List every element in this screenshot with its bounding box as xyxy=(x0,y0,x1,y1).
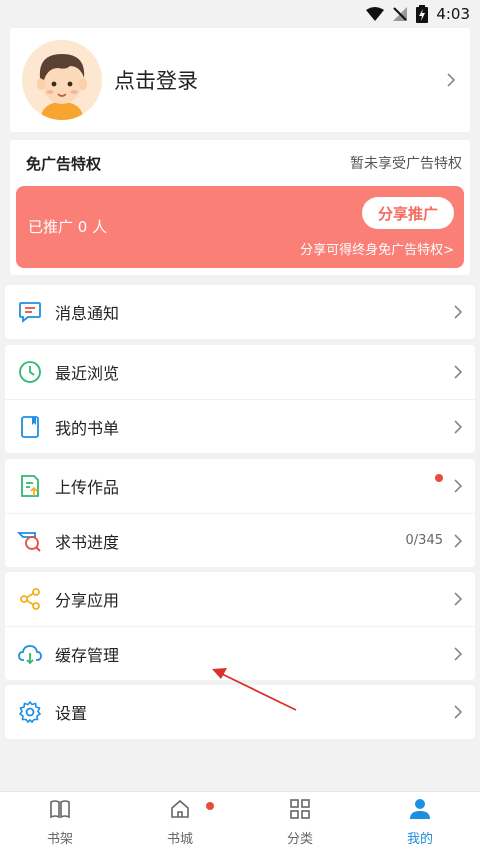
menu-group-app: 分享应用 缓存管理 xyxy=(5,572,475,680)
menu-label-settings: 设置 xyxy=(55,704,88,723)
search-book-icon xyxy=(17,528,43,554)
status-bar: 4:03 xyxy=(0,0,480,28)
menu-item-notifications[interactable]: 消息通知 xyxy=(5,285,475,339)
ad-privilege-card: 免广告特权 暂未享受广告特权 已推广 0 人 分享推广 分享可得终身免广告特权> xyxy=(10,140,470,275)
menu-item-upload[interactable]: 上传作品 xyxy=(5,459,475,513)
no-signal-icon xyxy=(392,6,408,22)
tab-bookshelf[interactable]: 书架 xyxy=(0,792,120,853)
avatar[interactable] xyxy=(22,40,102,120)
gear-icon xyxy=(17,699,43,725)
chevron-right-icon xyxy=(454,705,463,719)
new-badge-dot xyxy=(206,802,214,810)
share-promote-button[interactable]: 分享推广 xyxy=(362,197,454,229)
menu-label-share-app: 分享应用 xyxy=(55,591,120,610)
bookshelf-icon xyxy=(49,798,71,824)
menu-item-share-app[interactable]: 分享应用 xyxy=(5,572,475,626)
chevron-right-icon xyxy=(454,419,463,434)
chevron-right-icon xyxy=(454,365,463,379)
menu-label-upload: 上传作品 xyxy=(55,478,120,497)
grid-icon xyxy=(289,798,311,824)
chevron-right-icon xyxy=(454,305,463,319)
menu-item-recent[interactable]: 最近浏览 xyxy=(5,345,475,399)
tab-mine[interactable]: 我的 xyxy=(360,792,480,853)
tab-label: 书架 xyxy=(46,832,73,847)
battery-icon xyxy=(416,5,429,23)
chevron-right-icon xyxy=(454,646,463,661)
share-icon xyxy=(17,586,43,612)
cloud-download-icon xyxy=(17,641,43,667)
promoted-count: 已推广 0 人 xyxy=(28,218,108,236)
menu-item-settings[interactable]: 设置 xyxy=(5,685,475,739)
menu-label-recent: 最近浏览 xyxy=(55,364,120,383)
menu-item-booklist[interactable]: 我的书单 xyxy=(5,399,475,453)
chevron-right-icon xyxy=(447,73,456,87)
status-time: 4:03 xyxy=(436,5,470,23)
tab-label: 书城 xyxy=(166,832,193,847)
menu-label-notifications: 消息通知 xyxy=(55,304,120,323)
profile-card[interactable]: 点击登录 xyxy=(10,28,470,132)
upload-doc-icon xyxy=(17,473,43,499)
menu-label-cache: 缓存管理 xyxy=(55,645,120,665)
tab-label: 我的 xyxy=(406,832,433,847)
menu-item-request-progress[interactable]: 求书进度 0/345 xyxy=(5,513,475,567)
share-note-link[interactable]: 分享可得终身免广告特权> xyxy=(300,239,454,258)
chevron-right-icon xyxy=(454,533,463,548)
ad-privilege-title: 免广告特权 xyxy=(26,154,102,173)
home-icon xyxy=(169,798,191,824)
menu-item-cache[interactable]: 缓存管理 xyxy=(5,626,475,680)
ad-privilege-status: 暂未享受广告特权 xyxy=(350,156,462,172)
menu-label-booklist: 我的书单 xyxy=(55,418,120,438)
menu-group-works: 上传作品 求书进度 0/345 xyxy=(5,459,475,567)
new-badge-dot xyxy=(435,474,443,482)
clock-icon xyxy=(17,359,43,385)
chevron-right-icon xyxy=(454,592,463,606)
menu-group-reading: 最近浏览 我的书单 xyxy=(5,345,475,453)
menu-label-request-progress: 求书进度 xyxy=(55,532,120,552)
menu-group-notifications: 消息通知 xyxy=(5,285,475,339)
tab-label: 分类 xyxy=(286,832,313,847)
request-count: 0/345 xyxy=(405,533,443,548)
tab-category[interactable]: 分类 xyxy=(240,792,360,853)
wifi-icon xyxy=(366,7,385,21)
chevron-right-icon xyxy=(454,479,463,493)
tab-bookstore[interactable]: 书城 xyxy=(120,792,240,853)
user-icon xyxy=(409,798,431,824)
message-icon xyxy=(17,299,43,325)
book-icon xyxy=(17,414,43,440)
login-label[interactable]: 点击登录 xyxy=(114,65,446,95)
menu-group-settings: 设置 xyxy=(5,685,475,739)
promotion-banner: 已推广 0 人 分享推广 分享可得终身免广告特权> xyxy=(16,186,464,268)
bottom-tab-bar: 书架 书城 分类 我的 xyxy=(0,791,480,853)
